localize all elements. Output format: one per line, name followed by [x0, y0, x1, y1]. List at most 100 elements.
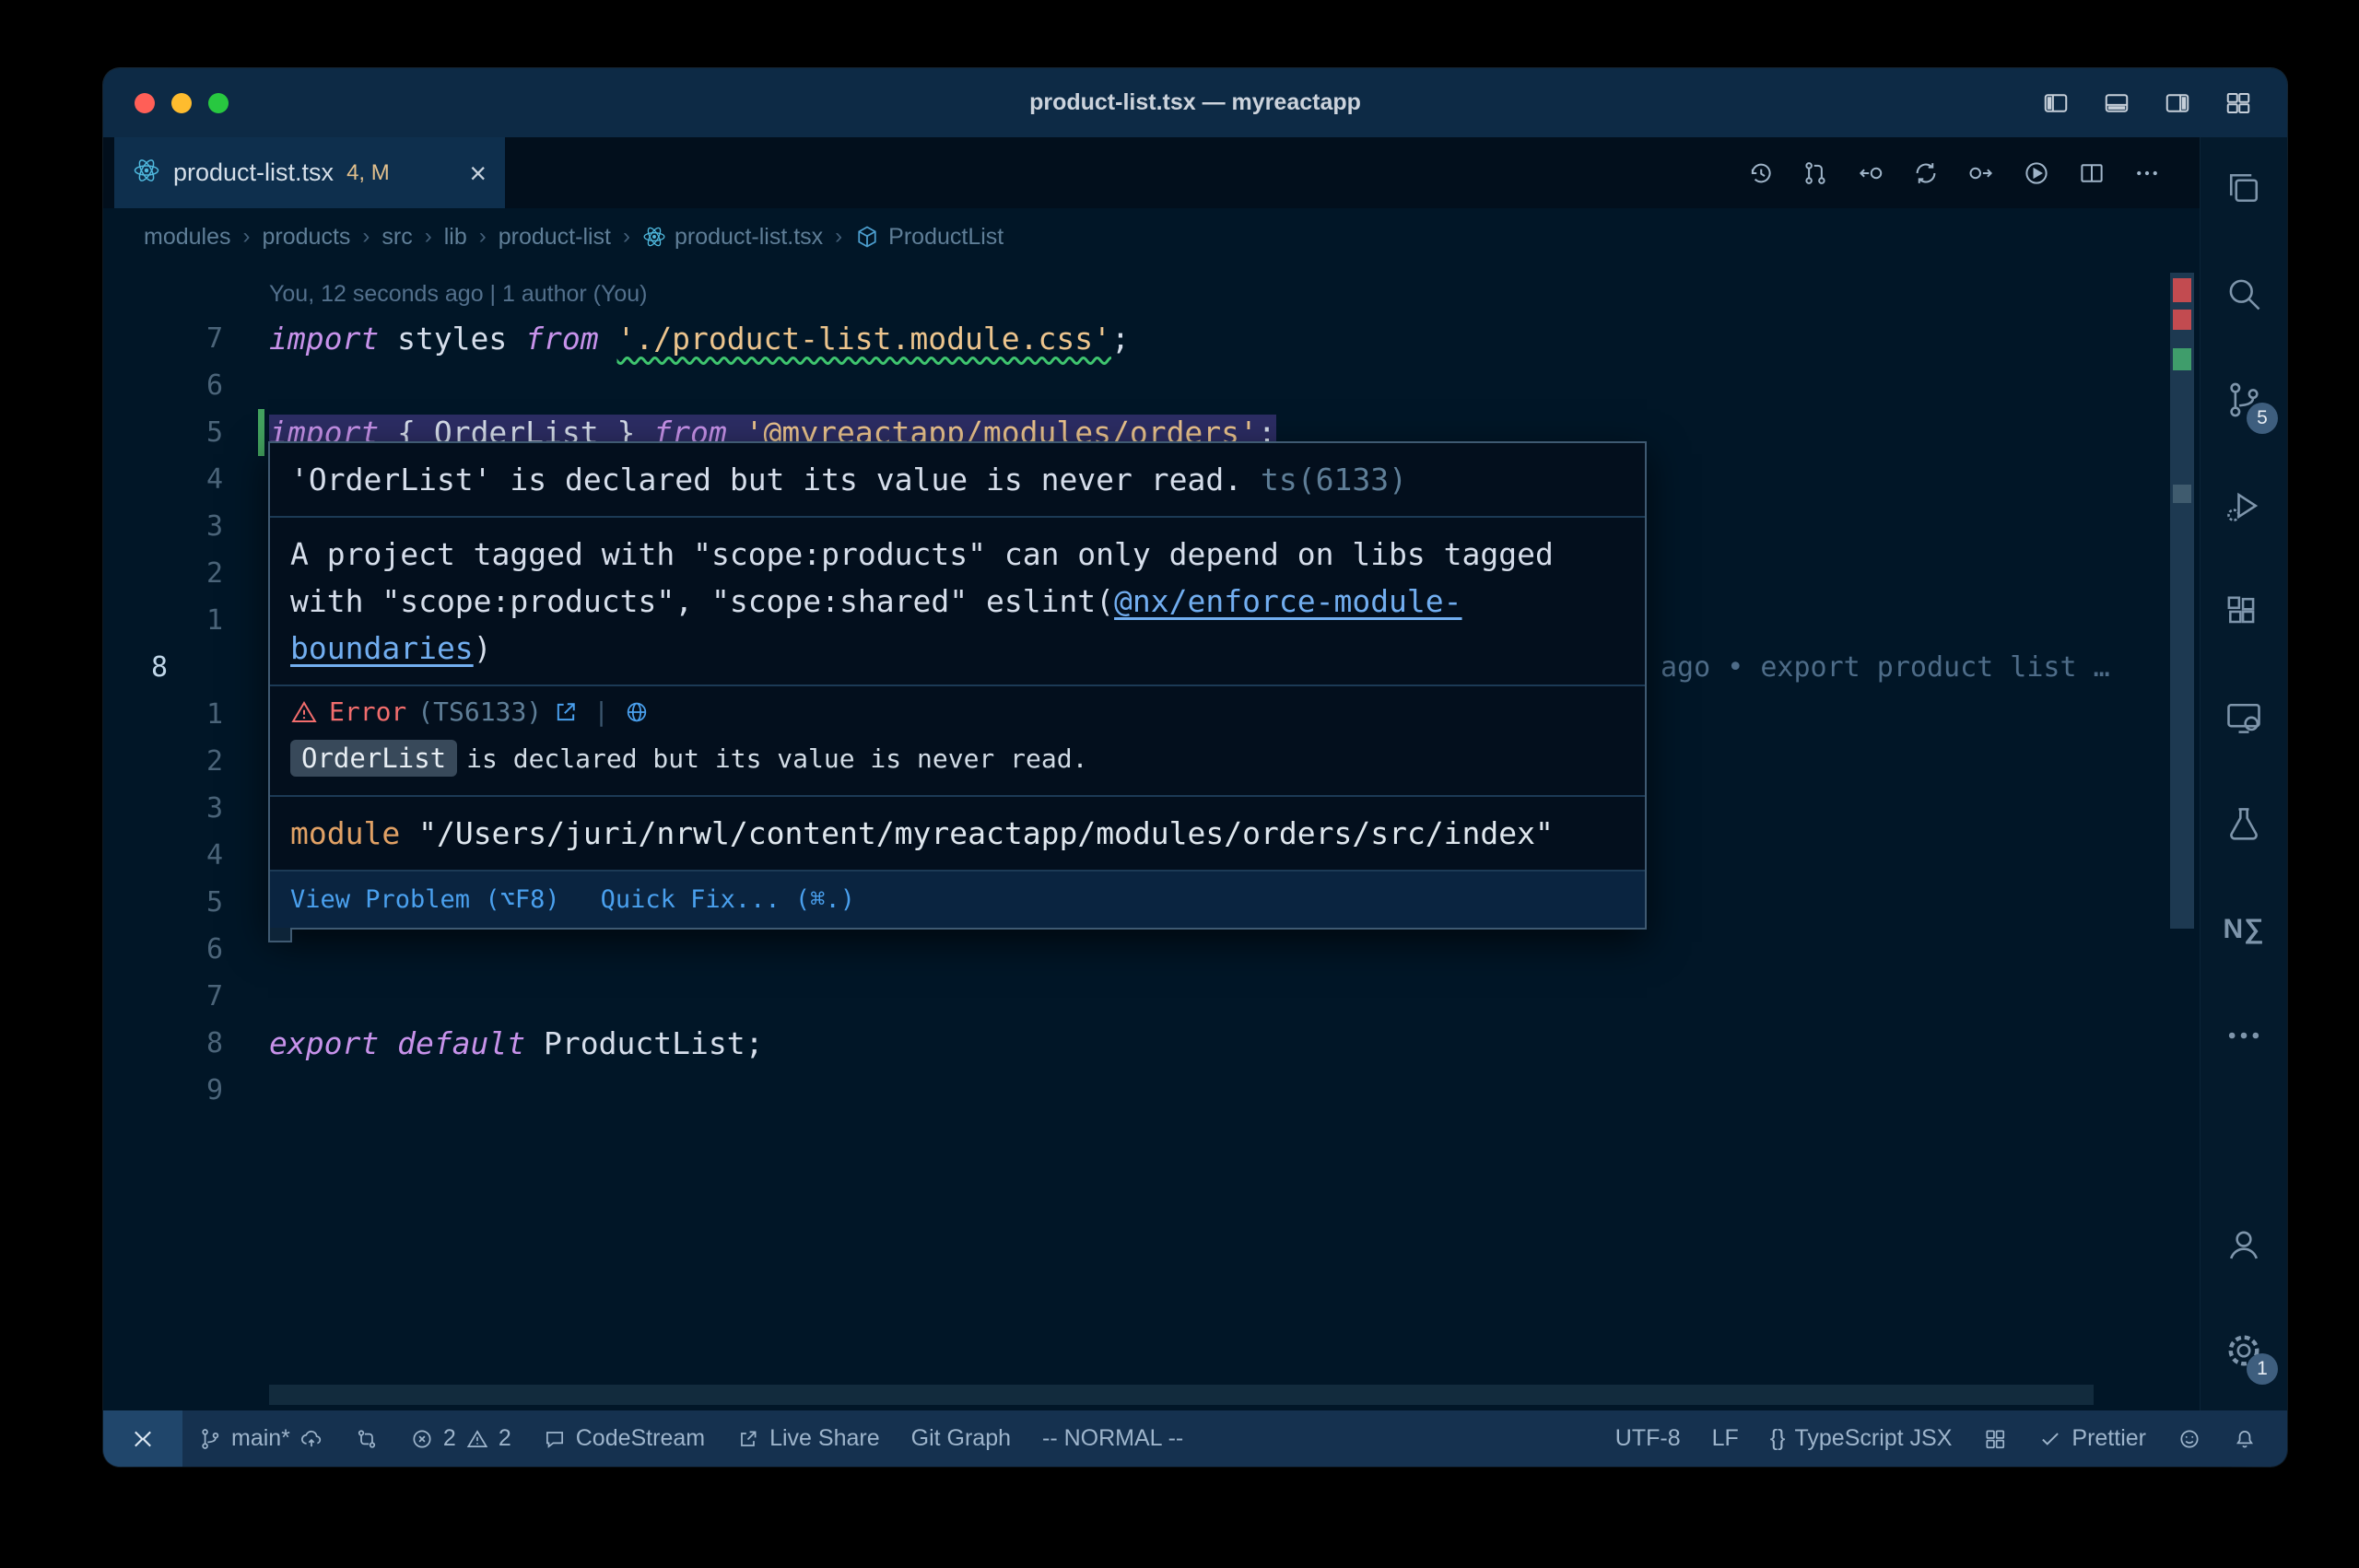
toggle-panel-icon[interactable]: [2103, 89, 2130, 117]
overview-ruler-added-mark: [2173, 348, 2191, 370]
navigate-back-icon[interactable]: [1857, 159, 1884, 187]
eol-item[interactable]: LF: [1696, 1410, 1755, 1467]
code-line-text[interactable]: [223, 785, 269, 832]
line-number: 1: [103, 691, 223, 738]
bell-icon: [2233, 1427, 2257, 1451]
code-line-text[interactable]: [223, 550, 269, 597]
split-editor-icon[interactable]: [2078, 159, 2106, 187]
codestream-item[interactable]: CodeStream: [527, 1410, 721, 1467]
breadcrumb-item-symbol[interactable]: ProductList: [854, 224, 1003, 251]
hover-resize-handle[interactable]: [268, 928, 292, 942]
git-gutter-added-indicator: [258, 409, 264, 456]
run-file-icon[interactable]: [2023, 159, 2050, 187]
live-share-item[interactable]: Live Share: [721, 1410, 896, 1467]
tab-problems-modified-badge: 4, M: [346, 160, 390, 186]
maximize-window-button[interactable]: [208, 93, 229, 113]
quick-fix-link[interactable]: Quick Fix... (⌘.): [601, 885, 855, 914]
vim-mode-indicator[interactable]: -- NORMAL --: [1027, 1410, 1199, 1467]
breadcrumb-item[interactable]: product-list: [499, 224, 611, 251]
chevron-right-icon: ›: [835, 224, 842, 250]
code-line-text[interactable]: [223, 362, 269, 409]
notifications-item[interactable]: [2217, 1410, 2272, 1467]
git-graph-item[interactable]: Git Graph: [896, 1410, 1027, 1467]
feedback-smiley-icon: [2177, 1427, 2201, 1451]
git-pull-request-icon[interactable]: [1802, 159, 1829, 187]
additional-views-icon[interactable]: [2212, 1003, 2276, 1068]
line-number: 2: [103, 550, 223, 597]
warning-triangle-icon: [465, 1427, 489, 1451]
tab-label: product-list.tsx: [173, 158, 334, 187]
git-branch-item[interactable]: main*: [182, 1410, 339, 1467]
customize-layout-icon[interactable]: [2224, 89, 2252, 117]
diagnostic-message-eslint: A project tagged with "scope:products" c…: [270, 518, 1645, 685]
close-window-button[interactable]: [135, 93, 155, 113]
toggle-secondary-sidebar-icon[interactable]: [2164, 89, 2191, 117]
globe-icon[interactable]: [624, 699, 650, 725]
timeline-history-icon[interactable]: [1746, 159, 1774, 187]
breadcrumb-item[interactable]: lib: [444, 224, 467, 251]
extensions-icon[interactable]: [2212, 579, 2276, 644]
code-line-text[interactable]: [223, 832, 269, 879]
hover-status-row: Error(TS6133) |: [270, 686, 1645, 731]
navigate-forward-icon[interactable]: [1967, 159, 1995, 187]
search-icon[interactable]: [2212, 262, 2276, 326]
code-line-text[interactable]: [223, 738, 269, 785]
code-line-text[interactable]: [223, 926, 269, 973]
vertical-scrollbar[interactable]: [2170, 273, 2194, 929]
diagnostics-hover-popup: 'OrderList' is declared but its value is…: [268, 441, 1647, 930]
diagnostic-message-ts: 'OrderList' is declared but its value is…: [270, 443, 1645, 516]
code-line-text[interactable]: [223, 879, 269, 926]
remote-indicator[interactable]: [103, 1410, 182, 1467]
code-line-text[interactable]: import styles from './product-list.modul…: [223, 315, 1130, 362]
breadcrumb-item-file[interactable]: product-list.tsx: [642, 224, 823, 251]
source-control-icon[interactable]: 5: [2212, 368, 2276, 432]
code-line-text[interactable]: [223, 973, 269, 1020]
tab-close-icon[interactable]: ×: [469, 158, 487, 188]
line-number: 5: [103, 879, 223, 926]
code-line-text[interactable]: [223, 1067, 269, 1114]
extension-status-item[interactable]: [1967, 1410, 2023, 1467]
branch-name: main*: [231, 1425, 290, 1452]
explorer-view-icon[interactable]: [2212, 156, 2276, 220]
breadcrumb-item[interactable]: products: [263, 224, 351, 251]
nx-console-icon[interactable]: N∑: [2212, 897, 2276, 962]
view-problem-link[interactable]: View Problem (⌥F8): [290, 885, 560, 914]
error-count: 2: [443, 1425, 456, 1452]
more-actions-icon[interactable]: [2133, 159, 2161, 187]
breadcrumb-item[interactable]: modules: [144, 224, 231, 251]
testing-beaker-icon[interactable]: [2212, 791, 2276, 856]
line-number: 7: [103, 973, 223, 1020]
code-line-text[interactable]: [223, 503, 269, 550]
settings-gear-icon[interactable]: 1: [2212, 1318, 2276, 1383]
status-bar: main* 2 2 CodeStream Live Share Git: [103, 1410, 2287, 1467]
language-mode-item[interactable]: {} TypeScript JSX: [1755, 1410, 1968, 1467]
code-line: 6: [103, 926, 2163, 973]
react-file-icon: [642, 225, 666, 249]
code-line-text[interactable]: [223, 456, 269, 503]
run-debug-icon[interactable]: [2212, 474, 2276, 538]
horizontal-scrollbar[interactable]: [269, 1385, 2094, 1405]
feedback-item[interactable]: [2162, 1410, 2217, 1467]
encoding-item[interactable]: UTF-8: [1600, 1410, 1696, 1467]
code-line-text[interactable]: [223, 691, 269, 738]
account-icon[interactable]: [2212, 1212, 2276, 1277]
prettier-item[interactable]: Prettier: [2023, 1410, 2162, 1467]
remote-explorer-icon[interactable]: [2212, 685, 2276, 750]
chevron-right-icon: ›: [623, 224, 630, 250]
sync-icon[interactable]: [1912, 159, 1940, 187]
tab-product-list[interactable]: product-list.tsx 4, M ×: [114, 137, 505, 208]
gitlens-authors-lens[interactable]: You, 12 seconds ago | 1 author (You): [103, 273, 648, 315]
problems-item[interactable]: 2 2: [394, 1410, 527, 1467]
code-line-text[interactable]: [223, 597, 269, 644]
branch-compare-item[interactable]: [339, 1410, 394, 1467]
code-line-text[interactable]: export default ProductList;: [223, 1020, 763, 1067]
code-line: 9: [103, 1067, 2163, 1114]
hover-markdown-row: OrderList is declared but its value is n…: [270, 731, 1645, 795]
toggle-primary-sidebar-icon[interactable]: [2042, 89, 2070, 117]
open-external-icon[interactable]: [553, 699, 579, 725]
breadcrumb-item[interactable]: src: [381, 224, 412, 251]
code-editor[interactable]: You, 12 seconds ago | 1 author (You) 7 i…: [103, 265, 2200, 1410]
minimize-window-button[interactable]: [171, 93, 192, 113]
code-line: 6: [103, 362, 2163, 409]
code-line-text[interactable]: [223, 644, 269, 691]
